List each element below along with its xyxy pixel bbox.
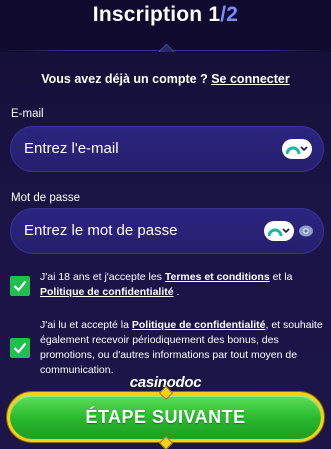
registration-page: Inscription 1/2 Vous avez déjà un compte… [0,0,331,449]
checkmark-icon [13,280,27,292]
consent-text: J'ai 18 ans et j'accepte les [40,271,165,283]
next-step-label: ÉTAPE SUIVANTE [85,407,246,427]
password-label: Mot de passe [11,192,81,204]
checkmark-icon [13,342,27,354]
consent-text: et la [269,271,293,283]
page-title: Inscription 1/2 [0,3,331,27]
login-link[interactable]: Se connecter [211,72,290,86]
password-manager-icon[interactable] [282,139,312,159]
header: Inscription 1/2 [0,0,331,60]
age-terms-text: J'ai 18 ans et j'accepte les Termes et c… [40,270,324,300]
email-label: E-mail [11,108,44,120]
login-prompt: Vous avez déjà un compte ? Se connecter [0,72,331,86]
privacy-policy-link[interactable]: Politique de confidentialité [132,319,266,331]
email-placeholder: Entrez l'e-mail [24,140,119,157]
age-terms-checkbox[interactable] [10,276,30,296]
privacy-policy-link[interactable]: Politique de confidentialité [40,286,174,298]
terms-link[interactable]: Termes et conditions [165,271,270,283]
password-manager-icon[interactable] [264,221,294,241]
title-main: Inscription 1 [92,3,221,26]
marketing-consent-text: J'ai lu et accepté la Politique de confi… [40,318,324,378]
password-field[interactable]: Entrez le mot de passe [10,208,324,254]
consent-text: . [173,286,180,298]
email-field[interactable]: Entrez l'e-mail [10,126,324,172]
consent-text: J'ai lu et accepté la [40,319,132,331]
eye-icon[interactable] [298,224,314,238]
password-placeholder: Entrez le mot de passe [24,222,178,239]
login-prompt-text: Vous avez déjà un compte ? [41,72,208,86]
marketing-consent-checkbox[interactable] [10,338,30,358]
title-total: 2 [226,3,239,26]
